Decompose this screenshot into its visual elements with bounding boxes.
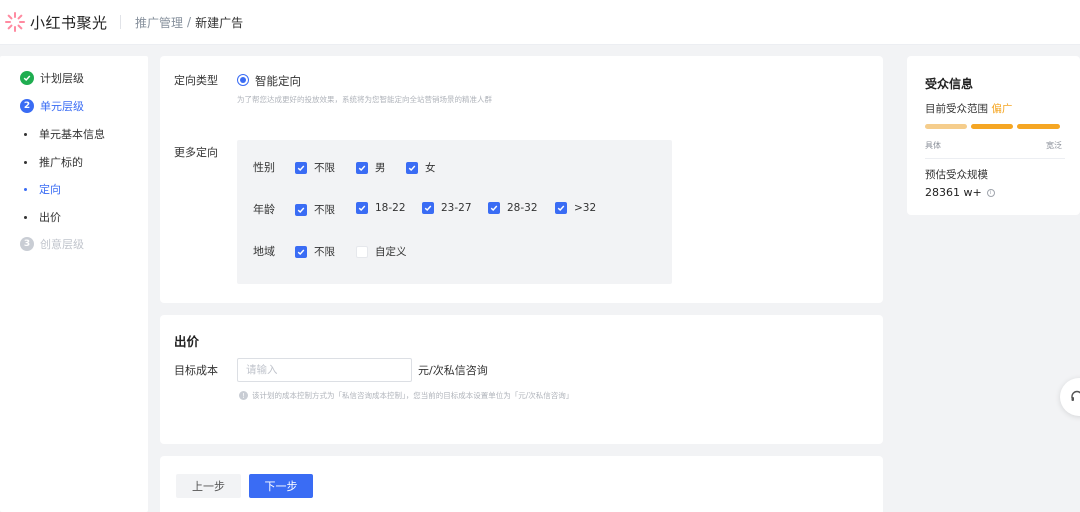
check-icon xyxy=(488,202,500,214)
substep-targeting[interactable]: 定向 xyxy=(24,181,61,197)
bullet-dot xyxy=(24,215,27,219)
info-icon[interactable]: i xyxy=(986,188,995,197)
customer-service-float-button[interactable] xyxy=(1060,378,1080,416)
brand-logo[interactable]: 小红书聚光 xyxy=(4,11,110,33)
targeting-hint: 为了帮您达成更好的投放效果，系统将为您智能定向全站营销场景的精准人群 xyxy=(237,95,492,104)
substep-label: 单元基本信息 xyxy=(39,128,105,141)
step-number-badge: 3 xyxy=(20,237,34,251)
check-icon xyxy=(295,245,307,258)
substep-label: 出价 xyxy=(39,211,61,224)
checkbox-label: 不限 xyxy=(314,162,335,174)
checkbox-empty-icon xyxy=(356,245,368,258)
check-circle-icon xyxy=(20,71,34,85)
bullet-dot xyxy=(24,160,27,164)
region-label: 地域 xyxy=(253,245,275,258)
checkbox-label: >32 xyxy=(574,202,597,214)
radio-dot xyxy=(240,77,246,83)
flower-logo-icon xyxy=(5,12,25,32)
checkbox-label: 不限 xyxy=(314,246,335,258)
gender-label: 性别 xyxy=(253,161,275,174)
audience-divider xyxy=(925,158,1065,159)
checkbox-label: 23-27 xyxy=(441,202,472,214)
step-label: 单元层级 xyxy=(40,100,84,113)
headset-icon xyxy=(1071,390,1080,401)
check-icon xyxy=(555,202,567,214)
step-label: 创意层级 xyxy=(40,238,84,251)
audience-size-value: 28361 w+ xyxy=(925,186,982,199)
audience-range-value: 偏广 xyxy=(991,103,1013,115)
breadcrumb-separator: / xyxy=(187,15,192,29)
checkbox-label: 男 xyxy=(375,162,386,174)
checkbox-label: 18-22 xyxy=(375,202,406,214)
breadcrumb: 推广管理 / 新建广告 xyxy=(135,14,243,31)
check-icon xyxy=(406,161,418,174)
bid-hint-text: 该计划的成本控制方式为「私信咨询成本控制」，您当前的目标成本设置单位为「元/次私… xyxy=(252,391,574,400)
age-label: 年龄 xyxy=(253,203,275,216)
scale-right-label: 宽泛 xyxy=(1046,141,1062,150)
audience-range-label: 目前受众范围 xyxy=(925,103,988,115)
audience-size-row: 28361 w+ i xyxy=(925,186,995,199)
range-bar-segment xyxy=(925,124,967,129)
gender-male-checkbox[interactable]: 男 xyxy=(356,160,386,175)
more-targeting-label: 更多定向 xyxy=(174,146,218,159)
bullet-dot xyxy=(24,132,27,136)
step-sidebar: 计划层级 2 单元层级 单元基本信息 推广标的 定向 出价 3 创意层级 xyxy=(0,56,148,512)
audience-size-label: 预估受众规模 xyxy=(925,169,988,181)
cost-unit-label: 元/次私信咨询 xyxy=(418,364,488,377)
substep-label: 推广标的 xyxy=(39,156,83,169)
step-unit-level[interactable]: 2 单元层级 xyxy=(20,98,84,114)
smart-targeting-radio[interactable] xyxy=(237,74,249,86)
substep-promotion-target[interactable]: 推广标的 xyxy=(24,154,83,170)
info-icon: ! xyxy=(239,391,248,400)
region-unlimited-checkbox[interactable]: 不限 xyxy=(295,244,335,259)
next-step-button[interactable]: 下一步 xyxy=(249,474,313,498)
audience-title: 受众信息 xyxy=(925,77,974,91)
step-plan-level[interactable]: 计划层级 xyxy=(20,70,84,86)
region-custom-checkbox[interactable]: 自定义 xyxy=(356,244,407,259)
checkbox-label: 女 xyxy=(425,162,436,174)
gender-female-checkbox[interactable]: 女 xyxy=(406,160,436,175)
checkbox-label: 不限 xyxy=(314,204,335,216)
substep-unit-basic-info[interactable]: 单元基本信息 xyxy=(24,126,105,142)
app-name: 小红书聚光 xyxy=(30,13,108,32)
prev-step-button[interactable]: 上一步 xyxy=(176,474,241,498)
audience-range-row: 目前受众范围 偏广 xyxy=(925,101,1012,116)
step-number-badge: 2 xyxy=(20,99,34,113)
target-cost-label: 目标成本 xyxy=(174,364,218,377)
header-divider xyxy=(120,15,121,29)
checkbox-label: 28-32 xyxy=(507,202,538,214)
check-icon xyxy=(295,161,307,174)
breadcrumb-current: 新建广告 xyxy=(195,15,244,30)
scale-left-label: 具体 xyxy=(925,141,941,150)
bid-hint-row: ! 该计划的成本控制方式为「私信咨询成本控制」，您当前的目标成本设置单位为「元/… xyxy=(239,390,573,401)
gender-unlimited-checkbox[interactable]: 不限 xyxy=(295,160,335,175)
age-23-27-checkbox[interactable]: 23-27 xyxy=(422,202,472,214)
age-18-22-checkbox[interactable]: 18-22 xyxy=(356,202,406,214)
step-creative-level[interactable]: 3 创意层级 xyxy=(20,236,84,252)
age-unlimited-checkbox[interactable]: 不限 xyxy=(295,202,335,217)
bullet-dot xyxy=(24,187,27,191)
top-header: 小红书聚光 推广管理 / 新建广告 xyxy=(0,0,1080,45)
check-icon xyxy=(356,202,368,214)
step-label: 计划层级 xyxy=(40,72,84,85)
breadcrumb-parent[interactable]: 推广管理 xyxy=(135,14,183,31)
target-cost-input[interactable] xyxy=(237,358,412,382)
checkbox-label: 自定义 xyxy=(375,246,407,258)
targeting-type-label: 定向类型 xyxy=(174,74,218,87)
bid-section-title: 出价 xyxy=(174,334,200,349)
check-icon xyxy=(295,203,307,216)
substep-bid[interactable]: 出价 xyxy=(24,209,61,225)
age-28-32-checkbox[interactable]: 28-32 xyxy=(488,202,538,214)
smart-targeting-label[interactable]: 智能定向 xyxy=(255,73,301,89)
check-icon xyxy=(422,202,434,214)
range-bar-segment xyxy=(1017,124,1060,129)
substep-label: 定向 xyxy=(39,183,61,196)
check-icon xyxy=(356,161,368,174)
age-over-32-checkbox[interactable]: >32 xyxy=(555,202,596,214)
range-bar-segment xyxy=(971,124,1013,129)
